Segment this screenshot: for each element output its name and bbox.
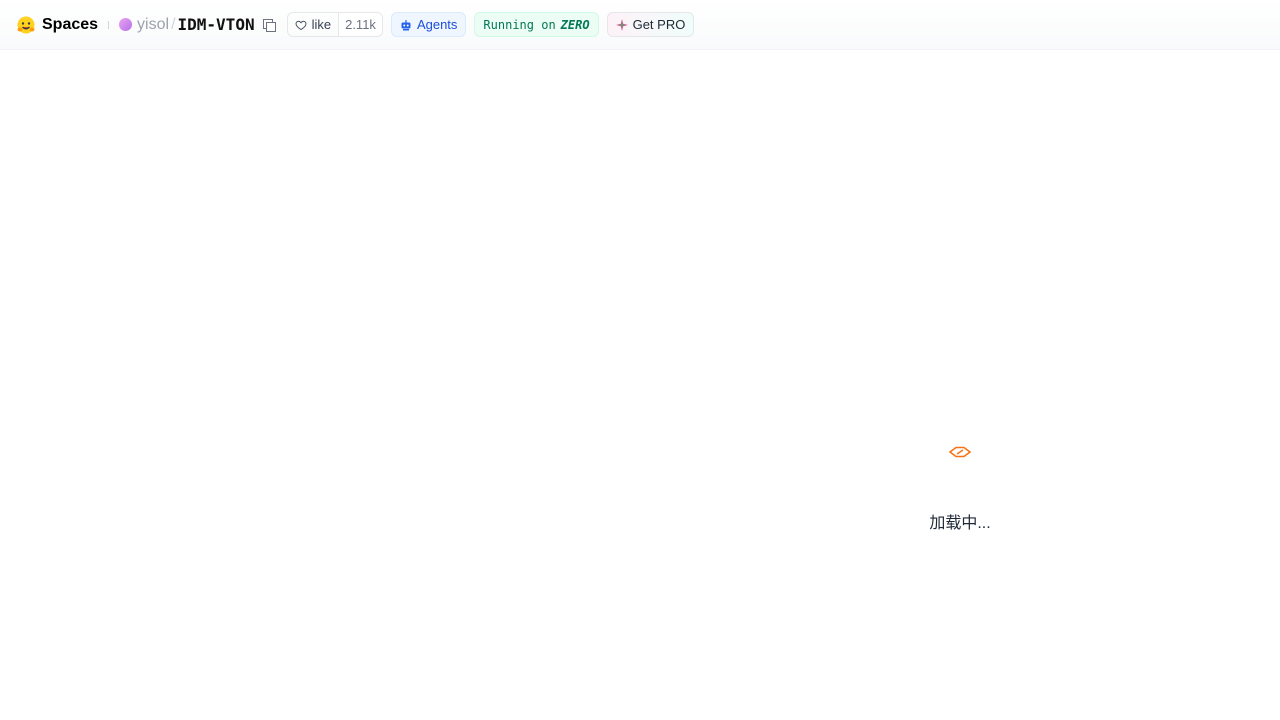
- hardware-label: ZERO: [560, 17, 590, 32]
- owner-link[interactable]: yisol: [137, 16, 169, 34]
- like-label: like: [311, 17, 332, 32]
- loading-spinner-icon: [948, 446, 972, 458]
- breadcrumb-separator: /: [171, 15, 176, 33]
- running-label: Running on: [483, 17, 556, 32]
- repo-breadcrumb: yisol / IDM-VTON: [119, 15, 276, 34]
- agents-label: Agents: [416, 17, 458, 32]
- loading-indicator: 加载中...: [900, 440, 1020, 533]
- running-on-badge[interactable]: Running on ZERO: [474, 12, 599, 37]
- robot-icon: [401, 19, 411, 30]
- get-pro-label: Get PRO: [632, 17, 686, 32]
- like-button-group: like 2.11k: [286, 12, 383, 37]
- like-button[interactable]: like: [288, 13, 339, 36]
- get-pro-button[interactable]: Get PRO: [606, 12, 695, 37]
- heart-icon: [295, 20, 307, 30]
- spaces-home-link[interactable]: Spaces: [16, 15, 98, 35]
- divider: [108, 20, 110, 29]
- top-navigation-bar: Spaces yisol / IDM-VTON like 2.11k Agent…: [0, 0, 1280, 50]
- sparkle-icon: [615, 18, 628, 31]
- loading-text: 加载中...: [929, 515, 991, 532]
- like-count[interactable]: 2.11k: [338, 13, 382, 36]
- repo-name-link[interactable]: IDM-VTON: [178, 15, 255, 34]
- spaces-label: Spaces: [42, 15, 99, 33]
- owner-avatar[interactable]: [119, 18, 133, 31]
- hugging-face-logo-icon: [17, 16, 35, 33]
- copy-icon[interactable]: [262, 18, 276, 32]
- agents-button[interactable]: Agents: [390, 12, 467, 37]
